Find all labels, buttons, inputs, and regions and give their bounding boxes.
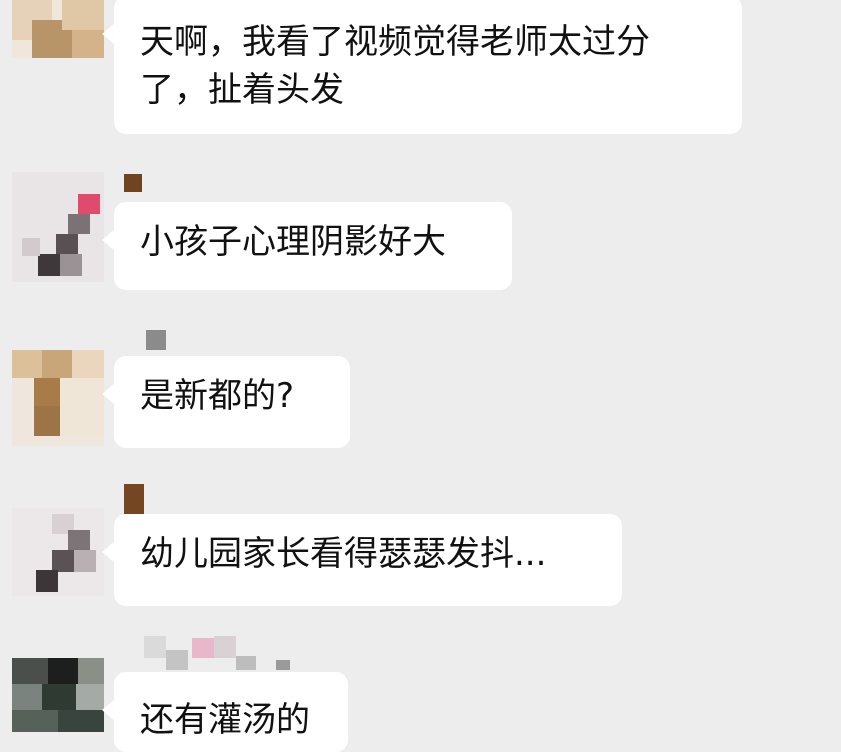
avatar[interactable] bbox=[12, 350, 104, 446]
message-text: 小孩子心理阴影好大 bbox=[140, 222, 446, 262]
message-bubble[interactable]: 小孩子心理阴影好大 bbox=[102, 202, 512, 290]
message-bubble[interactable]: 天啊，我看了视频觉得老师太过分了，扯着头发 bbox=[102, 0, 742, 134]
message-text: 天啊，我看了视频觉得老师太过分了，扯着头发 bbox=[140, 22, 650, 110]
message-text: 是新都的? bbox=[140, 376, 295, 416]
avatar[interactable] bbox=[12, 658, 104, 732]
sender-name-blurred bbox=[124, 484, 144, 514]
message-bubble[interactable]: 是新都的? bbox=[102, 356, 350, 448]
message-text: 还有灌汤的 bbox=[140, 700, 310, 740]
sender-name-blurred bbox=[124, 636, 304, 670]
message-text: 幼儿园家长看得瑟瑟发抖... bbox=[140, 534, 547, 574]
message-bubble[interactable]: 幼儿园家长看得瑟瑟发抖... bbox=[102, 514, 622, 606]
message-bubble[interactable]: 还有灌汤的 bbox=[102, 672, 348, 752]
avatar[interactable] bbox=[12, 172, 104, 282]
avatar[interactable] bbox=[12, 0, 104, 58]
sender-name-blurred bbox=[124, 174, 142, 192]
sender-name-blurred bbox=[124, 330, 166, 350]
avatar[interactable] bbox=[12, 508, 104, 596]
